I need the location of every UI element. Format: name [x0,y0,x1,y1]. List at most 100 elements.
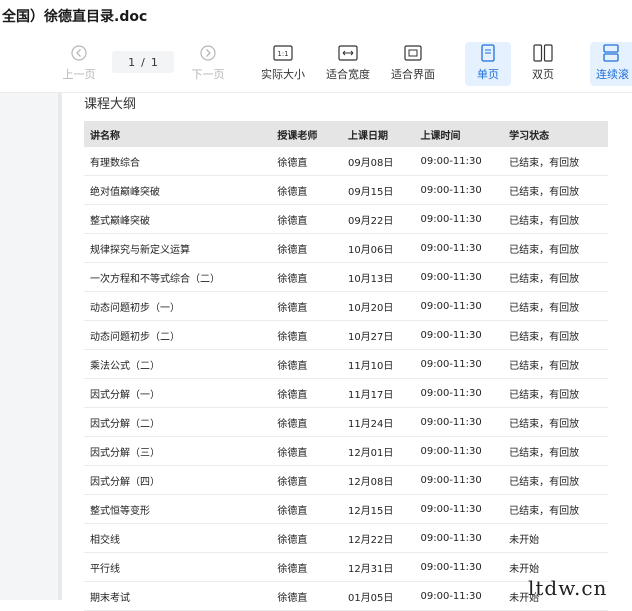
fit-width-button[interactable]: 适合宽度 [323,42,373,86]
table-row: 动态问题初步（一） 徐德直 10月20日 09:00-11:30 已结束，有回放 [84,291,608,321]
chevron-left-icon [71,42,87,64]
continuous-scroll-label: 连续滚 [596,68,629,81]
table-cell: 09:00-11:30 [414,581,504,611]
column-header: 讲名称 [84,121,272,147]
total-pages: 1 [150,55,158,69]
next-page-label: 下一页 [191,68,225,81]
table-cell: 乘法公式（二） [84,349,272,379]
table-cell: 已结束，有回放 [503,175,608,205]
column-header: 学习状态 [503,121,608,147]
fit-page-label: 适合界面 [391,68,435,81]
table-cell: 11月17日 [341,378,415,408]
table-cell: 因式分解（四） [84,465,272,495]
table-cell: 整式巅峰突破 [84,204,272,234]
table-cell: 动态问题初步（一） [84,291,272,321]
current-page: 1 [128,55,136,69]
table-cell: 12月08日 [341,465,415,495]
table-cell: 10月13日 [341,262,415,292]
table-cell: 09:00-11:30 [414,262,504,292]
table-cell: 09月22日 [341,204,415,234]
double-page-label: 双页 [532,68,554,81]
table-header-row: 讲名称 授课老师 上课日期 上课时间 学习状态 [84,121,608,147]
table-cell: 徐德直 [271,349,342,379]
table-cell: 10月20日 [341,291,415,321]
table-cell: 01月05日 [341,581,415,611]
course-schedule-table: 讲名称 授课老师 上课日期 上课时间 学习状态 有理数综合 徐德直 09月08日 09… [84,121,608,611]
table-cell: 已结束，有回放 [503,233,608,263]
table-row: 因式分解（三） 徐德直 12月01日 09:00-11:30 已结束，有回放 [84,436,608,466]
actual-size-label: 实际大小 [261,68,305,81]
next-page-button[interactable]: 下一页 [188,42,228,86]
column-header: 上课日期 [341,121,415,147]
table-cell: 11月24日 [341,407,415,437]
table-cell: 09:00-11:30 [414,523,504,553]
table-cell: 徐德直 [271,552,342,582]
table-body: 有理数综合 徐德直 09月08日 09:00-11:30 已结束，有回放 绝对值巅峰突破徐… [84,147,608,611]
table-cell: 已结束，有回放 [503,320,608,350]
table-cell: 已结束，有回放 [503,262,608,292]
double-page-button[interactable]: 双页 [522,42,564,86]
table-cell: 徐德直 [271,465,342,495]
table-cell: 12月15日 [341,494,415,524]
viewer-toolbar: 上一页 1 / 1 下一页 1:1 实际大小 适合宽度 适合界面 单页 双页 连… [0,34,632,93]
chevron-right-icon [200,42,216,64]
left-gutter [0,93,62,600]
table-cell: 09:00-11:30 [414,436,504,466]
table-row: 因式分解（一） 徐德直 11月17日 09:00-11:30 已结束，有回放 [84,378,608,408]
table-cell: 09:00-11:30 [414,349,504,379]
table-row: 绝对值巅峰突破 徐德直 09月15日 09:00-11:30 已结束，有回放 [84,175,608,205]
table-cell: 未开始 [503,523,608,553]
page-separator: / [141,55,145,69]
title-bar: 全国）徐德直目录.doc [0,0,632,34]
prev-page-button[interactable]: 上一页 [60,42,98,86]
table-cell: 09:00-11:30 [414,378,504,408]
fit-width-icon [338,42,358,64]
table-cell: 09:00-11:30 [414,147,504,176]
column-header: 上课时间 [414,121,504,147]
table-row: 有理数综合 徐德直 09月08日 09:00-11:30 已结束，有回放 [84,147,608,176]
table-cell: 徐德直 [271,262,342,292]
table-cell: 徐德直 [271,523,342,553]
table-cell: 已结束，有回放 [503,204,608,234]
svg-text:1:1: 1:1 [277,50,288,58]
table-cell: 09:00-11:30 [414,175,504,205]
actual-size-button[interactable]: 1:1 实际大小 [258,42,308,86]
table-cell: 12月22日 [341,523,415,553]
table-cell: 期末考试 [84,581,272,611]
table-cell: 09:00-11:30 [414,204,504,234]
table-cell: 徐德直 [271,436,342,466]
table-row: 相交线 徐德直 12月22日 09:00-11:30 未开始 [84,523,608,553]
table-cell: 09:00-11:30 [414,465,504,495]
table-cell: 09:00-11:30 [414,552,504,582]
document-title: 全国）徐德直目录.doc [2,9,148,25]
table-cell: 徐德直 [271,175,342,205]
table-cell: 09:00-11:30 [414,233,504,263]
single-page-icon [481,42,495,64]
single-page-label: 单页 [477,68,499,81]
continuous-scroll-button[interactable]: 连续滚 [590,42,632,86]
table-row: 整式巅峰突破 徐德直 09月22日 09:00-11:30 已结束，有回放 [84,204,608,234]
table-cell: 09:00-11:30 [414,407,504,437]
table-cell: 徐德直 [271,320,342,350]
table-row: 乘法公式（二） 徐德直 11月10日 09:00-11:30 已结束，有回放 [84,349,608,379]
fit-page-button[interactable]: 适合界面 [388,42,438,86]
table-cell: 已结束，有回放 [503,436,608,466]
table-row: 规律探究与新定义运算 徐德直 10月06日 09:00-11:30 已结束，有回放 [84,233,608,263]
page-number-input[interactable]: 1 / 1 [112,51,174,73]
fit-width-label: 适合宽度 [326,68,370,81]
table-cell: 已结束，有回放 [503,291,608,321]
table-cell: 09月08日 [341,147,415,176]
table-cell: 规律探究与新定义运算 [84,233,272,263]
table-cell: 09:00-11:30 [414,494,504,524]
table-row: 动态问题初步（二） 徐德直 10月27日 09:00-11:30 已结束，有回放 [84,320,608,350]
table-row: 一次方程和不等式综合（二） 徐德直 10月13日 09:00-11:30 已结束，有回放 [84,262,608,292]
table-cell: 因式分解（三） [84,436,272,466]
table-cell: 平行线 [84,552,272,582]
continuous-scroll-icon [590,42,632,64]
table-cell: 徐德直 [271,494,342,524]
table-cell: 09:00-11:30 [414,291,504,321]
single-page-button[interactable]: 单页 [465,42,511,86]
table-row: 因式分解（二） 徐德直 11月24日 09:00-11:30 已结束，有回放 [84,407,608,437]
table-cell: 徐德直 [271,291,342,321]
fit-page-icon [404,42,422,64]
